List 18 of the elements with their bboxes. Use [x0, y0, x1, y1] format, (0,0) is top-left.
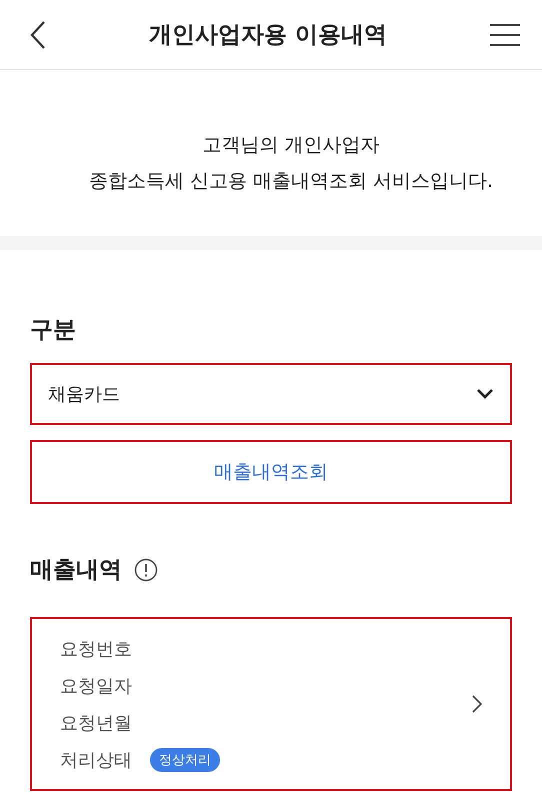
row-label: 요청년월	[60, 712, 132, 734]
sales-card[interactable]: 요청번호 요청일자 요청년월 처리상태 정상처리	[30, 617, 512, 791]
row-label: 요청일자	[60, 674, 132, 698]
intro-text: 종합소득세 신고용 매출내역조회 서비스입니다.	[88, 169, 494, 194]
section-title: 매출내역	[30, 556, 122, 585]
info-icon[interactable]	[134, 558, 158, 582]
page-title: 개인사업자용 이용내역	[148, 21, 387, 50]
status-badge: 정상처리	[150, 748, 220, 772]
query-button[interactable]: 매출내역조회	[30, 440, 512, 504]
row-label: 처리상태	[60, 748, 132, 772]
category-select[interactable]: 채움카드	[30, 363, 512, 425]
back-icon[interactable]	[30, 20, 46, 50]
menu-icon[interactable]	[490, 22, 520, 46]
chevron-right-icon	[472, 695, 482, 713]
section-label: 구분	[30, 316, 77, 345]
chevron-down-icon	[476, 388, 494, 400]
intro-text: 고객님의 개인사업자	[202, 133, 380, 158]
row-label: 요청번호	[60, 638, 132, 660]
